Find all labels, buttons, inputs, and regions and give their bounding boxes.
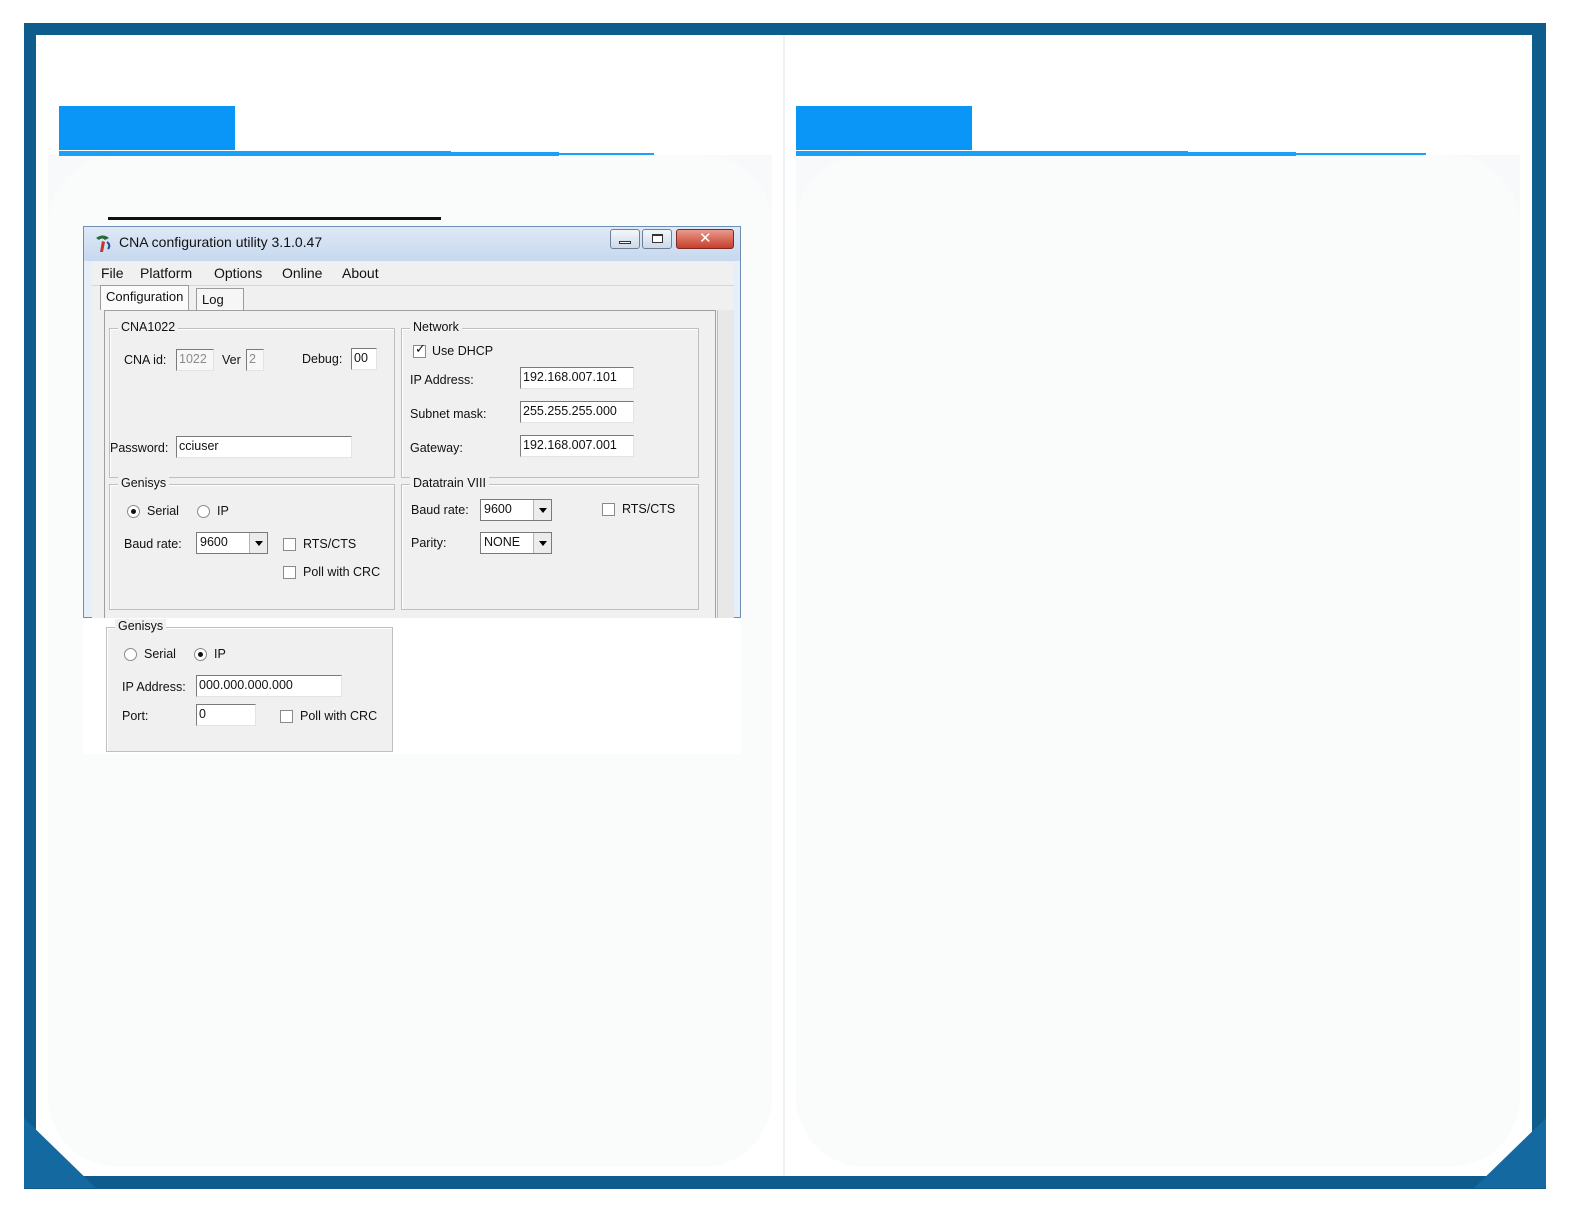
header-line-right-3: [1296, 153, 1426, 155]
header-block-right: [796, 106, 972, 150]
menu-about[interactable]: About: [342, 265, 379, 281]
close-button[interactable]: ✕: [676, 229, 734, 249]
rtscts-label: RTS/CTS: [303, 537, 357, 551]
header-line-right-2: [1188, 152, 1296, 156]
page-divider: [783, 35, 785, 1176]
cna-window: CNA configuration utility 3.1.0.47 ✕ Fil…: [83, 226, 741, 619]
minimize-button[interactable]: [610, 229, 640, 249]
rtscts-checkbox[interactable]: [283, 538, 296, 551]
baud-rate-value: 9600: [200, 535, 228, 549]
datatrain-baud-value: 9600: [484, 502, 512, 516]
cna-group: CNA1022 CNA id: 1022 Ver 2 Debug: 00 Pas…: [109, 320, 395, 478]
datatrain-baud-select[interactable]: 9600: [480, 499, 552, 521]
genisys-serial-group: Genisys Serial IP Baud rate: 9600 RTS/CT…: [109, 476, 395, 610]
genisys-ip-address-field[interactable]: 000.000.000.000: [196, 675, 342, 697]
menu-bar: File Platform Options Online About: [92, 262, 734, 286]
menu-file[interactable]: File: [101, 265, 124, 281]
tab-configuration[interactable]: Configuration: [100, 285, 190, 310]
ip-radio-2-label: IP: [214, 647, 226, 661]
parity-value: NONE: [484, 535, 521, 549]
ip-address-label: IP Address:: [410, 373, 474, 387]
ver-field[interactable]: 2: [246, 349, 264, 371]
baud-rate-label: Baud rate:: [124, 537, 182, 551]
debug-field[interactable]: 00: [351, 348, 377, 370]
app-icon: [96, 235, 111, 252]
password-field[interactable]: cciuser: [176, 436, 352, 458]
menu-platform[interactable]: Platform: [140, 265, 192, 281]
datatrain-group-label: Datatrain VIII: [410, 476, 489, 490]
header-block-left: [59, 106, 235, 150]
ip-radio-label: IP: [217, 504, 229, 518]
use-dhcp-label: Use DHCP: [432, 344, 494, 358]
header-line-left-2: [451, 152, 559, 156]
cna-id-label: CNA id:: [124, 353, 167, 367]
serial-radio-2-label: Serial: [144, 647, 176, 661]
minimize-icon: [619, 241, 631, 244]
ip-radio[interactable]: [197, 505, 210, 518]
parity-select[interactable]: NONE: [480, 532, 552, 554]
chevron-down-icon: [533, 533, 551, 553]
poll-crc-label: Poll with CRC: [303, 565, 381, 579]
tab-log[interactable]: Log: [196, 288, 244, 310]
serial-radio[interactable]: [127, 505, 140, 518]
window-title: CNA configuration utility 3.1.0.47: [119, 234, 323, 250]
poll-crc-checkbox-2[interactable]: [280, 710, 293, 723]
gateway-field[interactable]: 192.168.007.001: [520, 435, 634, 457]
genisys-group-label: Genisys: [118, 476, 170, 490]
menu-options[interactable]: Options: [214, 265, 262, 281]
datatrain-rtscts-checkbox[interactable]: [602, 503, 615, 516]
poll-crc-checkbox[interactable]: [283, 566, 296, 579]
chevron-down-icon: [533, 500, 551, 520]
header-line-left-3: [559, 153, 654, 155]
serial-radio-2[interactable]: [124, 648, 137, 661]
ip-address-field[interactable]: 192.168.007.101: [520, 367, 634, 389]
serial-radio-label: Serial: [147, 504, 179, 518]
ip-radio-2[interactable]: [194, 648, 207, 661]
parity-label: Parity:: [411, 536, 447, 550]
network-group-label: Network: [410, 320, 462, 334]
ver-label: Ver: [222, 353, 241, 367]
poll-crc-label-2: Poll with CRC: [300, 709, 378, 723]
gateway-label: Gateway:: [410, 441, 463, 455]
genisys-ip-group: Genisys Serial IP IP Address: 000.000.00…: [106, 619, 393, 752]
window-client: CNA1022 CNA id: 1022 Ver 2 Debug: 00 Pas…: [92, 285, 734, 619]
genisys-ip-address-label: IP Address:: [122, 680, 186, 694]
title-bar[interactable]: CNA configuration utility 3.1.0.47 ✕: [84, 227, 740, 261]
port-field[interactable]: 0: [196, 704, 256, 726]
vertical-scrollbar[interactable]: [717, 310, 734, 619]
baud-rate-select[interactable]: 9600: [196, 532, 268, 554]
configuration-tab-pane: CNA1022 CNA id: 1022 Ver 2 Debug: 00 Pas…: [104, 310, 716, 619]
cna-id-field[interactable]: 1022: [176, 349, 214, 371]
subnet-mask-label: Subnet mask:: [410, 407, 487, 421]
panel-right: [796, 155, 1520, 1167]
genisys-ip-group-label: Genisys: [115, 619, 167, 633]
cna-group-label: CNA1022: [118, 320, 179, 334]
network-group: Network Use DHCP IP Address: 192.168.007…: [401, 320, 699, 478]
heading-underline: [108, 217, 441, 220]
maximize-icon: [652, 234, 663, 243]
genisys-ip-panel: Genisys Serial IP IP Address: 000.000.00…: [83, 618, 741, 754]
password-label: Password:: [110, 441, 169, 455]
subnet-mask-field[interactable]: 255.255.255.000: [520, 401, 634, 423]
debug-label: Debug:: [302, 352, 343, 366]
menu-online[interactable]: Online: [282, 265, 322, 281]
close-icon: ✕: [699, 229, 712, 247]
datatrain-group: Datatrain VIII Baud rate: 9600 RTS/CTS P…: [401, 476, 699, 610]
header-line-left: [59, 151, 451, 156]
header-line-right: [796, 151, 1188, 156]
chevron-down-icon: [249, 533, 267, 553]
use-dhcp-checkbox[interactable]: [413, 342, 426, 358]
datatrain-rtscts-label: RTS/CTS: [622, 502, 676, 516]
port-label: Port:: [122, 709, 149, 723]
maximize-button[interactable]: [642, 229, 672, 249]
datatrain-baud-label: Baud rate:: [411, 503, 469, 517]
